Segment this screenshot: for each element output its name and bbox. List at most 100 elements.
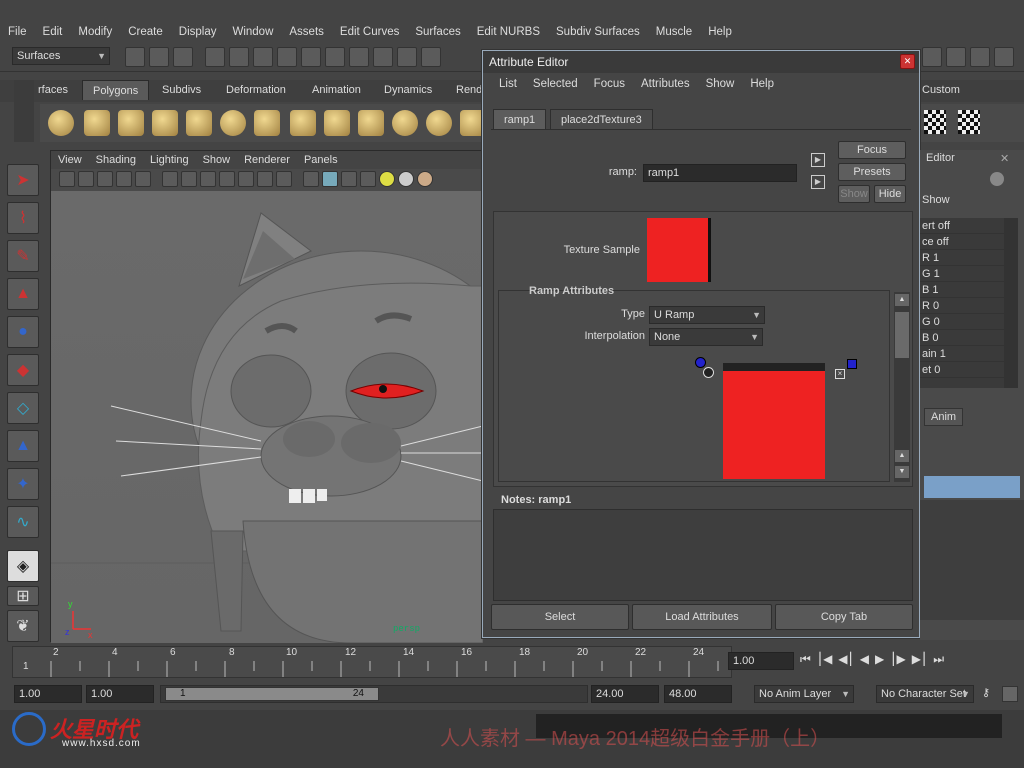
channel-row[interactable]: G 0	[920, 314, 1004, 330]
channel-scrollbar[interactable]	[1004, 218, 1018, 388]
tool-settings-icon[interactable]	[970, 47, 990, 67]
outliner-layout-icon[interactable]: ❦	[7, 610, 39, 642]
viewport-menu-renderer[interactable]: Renderer	[237, 154, 297, 166]
channel-options-icon[interactable]	[990, 172, 1004, 186]
shelf-tab-polygons[interactable]: Polygons	[82, 80, 150, 100]
wireframe-icon[interactable]	[303, 171, 319, 187]
layer-row-selected[interactable]	[924, 476, 1020, 498]
menu-file[interactable]: File	[0, 26, 35, 38]
anim-layer-dropdown[interactable]: No Anim Layer ▼	[754, 685, 854, 703]
texture-sample-swatch[interactable]	[647, 218, 711, 282]
channel-row[interactable]: G 1	[920, 266, 1004, 282]
menu-display[interactable]: Display	[171, 26, 225, 38]
animation-preferences-icon[interactable]	[1002, 686, 1018, 702]
shelf-tab-custom[interactable]: Custom	[912, 80, 970, 100]
channel-row[interactable]: ert off	[920, 218, 1004, 234]
manipulator-tool-icon[interactable]: ◇	[7, 392, 39, 424]
channel-row[interactable]: ce off	[920, 234, 1004, 250]
menu-assets[interactable]: Assets	[281, 26, 332, 38]
shelf-tab-dynamics[interactable]: Dynamics	[374, 80, 442, 100]
poly-pyramid-icon[interactable]	[254, 110, 280, 136]
camera-icon[interactable]	[59, 171, 75, 187]
copy-tab-button[interactable]: Copy Tab	[775, 604, 913, 630]
attributes-scroll-area[interactable]: Texture Sample Ramp Attributes Type U Ra…	[493, 211, 913, 487]
snap-point-icon[interactable]	[349, 47, 369, 67]
menu-muscle[interactable]: Muscle	[648, 26, 700, 38]
shadows-icon[interactable]	[398, 171, 414, 187]
step-back-frame-icon[interactable]: ◀⎮	[838, 652, 853, 667]
snap-curve-icon[interactable]	[325, 47, 345, 67]
menu-edit[interactable]: Edit	[35, 26, 71, 38]
step-back-key-icon[interactable]: ⎮◀	[817, 652, 832, 667]
focus-button[interactable]: Focus	[838, 141, 906, 159]
select-button[interactable]: Select	[491, 604, 629, 630]
menu-subdiv-surfaces[interactable]: Subdiv Surfaces	[548, 26, 648, 38]
poly-cone-icon[interactable]	[152, 110, 178, 136]
poly-pipe-icon[interactable]	[290, 110, 316, 136]
viewport-panel[interactable]: View Shading Lighting Show Renderer Pane…	[50, 150, 532, 644]
poly-smooth-icon[interactable]	[426, 110, 452, 136]
ae-menu-focus[interactable]: Focus	[586, 78, 633, 90]
channel-row[interactable]: R 1	[920, 250, 1004, 266]
channel-box-icon[interactable]	[994, 47, 1014, 67]
channel-row[interactable]: ain 1	[920, 346, 1004, 362]
tab-anim[interactable]: Anim	[924, 408, 964, 426]
go-to-end-icon[interactable]: ⏭	[933, 652, 944, 667]
use-all-lights-icon[interactable]	[379, 171, 395, 187]
node-name-field[interactable]: ramp1	[643, 164, 797, 182]
playback-start-field[interactable]: 1.00	[86, 685, 154, 703]
wireframe-on-shaded-icon[interactable]	[341, 171, 357, 187]
menu-window[interactable]: Window	[224, 26, 281, 38]
ramp-entry-handle-icon[interactable]	[847, 359, 857, 369]
shelf-tab-animation[interactable]: Animation	[302, 80, 371, 100]
channel-row[interactable]: B 1	[920, 282, 1004, 298]
notes-textarea[interactable]	[493, 509, 913, 601]
field-chart-icon[interactable]	[238, 171, 254, 187]
snap-plane-icon[interactable]	[373, 47, 393, 67]
ae-menu-attributes[interactable]: Attributes	[633, 78, 698, 90]
paint-select-tool-icon[interactable]: ✎	[7, 240, 39, 272]
ae-menu-selected[interactable]: Selected	[525, 78, 586, 90]
rotate-tool-icon[interactable]: ●	[7, 316, 39, 348]
open-scene-icon[interactable]	[149, 47, 169, 67]
show-button[interactable]: Show	[838, 185, 870, 203]
film-gate-icon[interactable]	[181, 171, 197, 187]
select-object-icon[interactable]	[229, 47, 249, 67]
new-scene-icon[interactable]	[125, 47, 145, 67]
ae-menu-help[interactable]: Help	[742, 78, 782, 90]
single-view-layout-icon[interactable]: ◈	[7, 550, 39, 582]
menu-create[interactable]: Create	[120, 26, 171, 38]
checker-icon[interactable]	[924, 110, 946, 134]
viewport-menu-shading[interactable]: Shading	[89, 154, 143, 166]
close-icon[interactable]: ✕	[900, 54, 915, 69]
snap-grid-icon[interactable]	[301, 47, 321, 67]
gate-mask-icon[interactable]	[219, 171, 235, 187]
safe-action-icon[interactable]	[257, 171, 273, 187]
output-connections-icon[interactable]: ▶	[811, 175, 825, 189]
viewport-menu-view[interactable]: View	[51, 154, 89, 166]
camera-attributes-icon[interactable]	[78, 171, 94, 187]
time-slider[interactable]: 1 2 4 6 8 10 12 14 16 18 20 22 24	[12, 646, 732, 678]
menu-edit-nurbs[interactable]: Edit NURBS	[469, 26, 548, 38]
scroll-down-icon[interactable]: ▼	[895, 466, 909, 478]
attributes-scrollbar[interactable]: ▲ ▲ ▼	[894, 292, 910, 482]
shelf-tab-surfaces[interactable]: rfaces	[28, 80, 78, 100]
select-tool-icon[interactable]: ➤	[7, 164, 39, 196]
curve-tool-icon[interactable]: ∿	[7, 506, 39, 538]
input-connections-icon[interactable]: ▶	[811, 153, 825, 167]
go-to-start-icon[interactable]: ⏮	[800, 652, 811, 667]
scrollbar-thumb[interactable]	[895, 312, 909, 358]
render-view-icon[interactable]	[922, 47, 942, 67]
ramp-color-handle-icon[interactable]	[695, 357, 706, 368]
ramp-preview[interactable]	[723, 363, 825, 479]
step-forward-key-icon[interactable]: ▶⎮	[912, 652, 927, 667]
play-forwards-icon[interactable]: ▶	[875, 652, 884, 667]
range-slider-handle[interactable]: 1 24	[165, 687, 379, 701]
type-dropdown[interactable]: U Ramp ▼	[649, 306, 765, 324]
attribute-editor-titlebar[interactable]: Attribute Editor	[483, 51, 919, 73]
ae-menu-list[interactable]: List	[491, 78, 525, 90]
move-tool-icon[interactable]: ▲	[7, 278, 39, 310]
resolution-gate-icon[interactable]	[200, 171, 216, 187]
key-icon[interactable]: ⚷	[982, 686, 990, 699]
3d-scene[interactable]: y z x persp	[51, 191, 532, 644]
